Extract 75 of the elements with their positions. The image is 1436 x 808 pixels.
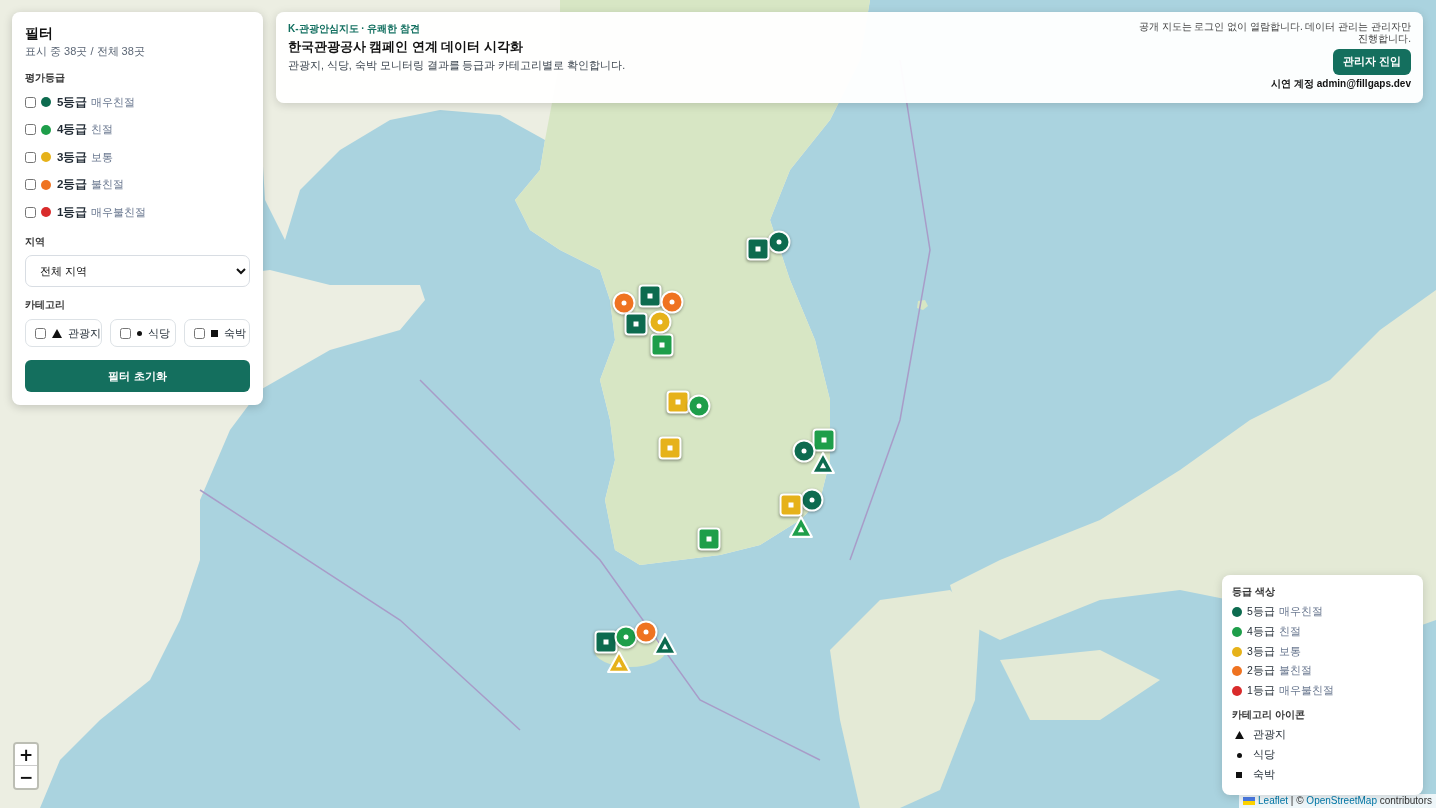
- openstreetmap-link[interactable]: OpenStreetMap: [1306, 795, 1377, 806]
- leaflet-link[interactable]: Leaflet: [1258, 795, 1289, 806]
- grade-description: 불친절: [91, 177, 125, 192]
- grade-label: 5등급: [1247, 605, 1275, 619]
- square-icon: [1236, 772, 1242, 778]
- flag-icon: [1243, 797, 1255, 805]
- category-checkbox[interactable]: [120, 327, 131, 339]
- reset-filter-button[interactable]: 필터 초기화: [25, 360, 250, 392]
- grade-label: 3등급: [1247, 644, 1275, 659]
- category-checkbox[interactable]: [194, 327, 205, 339]
- dot-icon: [137, 330, 142, 336]
- category-label: 관광지: [1253, 728, 1286, 742]
- square-marker-icon[interactable]: [658, 436, 682, 460]
- square-marker-icon[interactable]: [594, 630, 618, 654]
- page-title: 한국관광공사 캠페인 연계 데이터 시각화: [288, 39, 524, 55]
- triangle-marker-icon[interactable]: [652, 632, 678, 656]
- grade-description: 매우친절: [91, 94, 136, 110]
- triangle-marker-icon[interactable]: [810, 451, 836, 475]
- section-heading: 평가등급: [25, 71, 66, 85]
- grade-label: 2등급: [1247, 664, 1275, 679]
- dot-icon: [1236, 752, 1242, 758]
- square-marker-icon[interactable]: [779, 493, 803, 517]
- demo-account-text: 시연 계정 admin@fillgaps.dev: [1271, 78, 1411, 90]
- grade-description: 매우친절: [1278, 605, 1323, 619]
- category-filter-chip[interactable]: 관광지: [25, 319, 102, 347]
- grade-label: 4등급: [1247, 624, 1275, 639]
- grade-description: 매우불친절: [1278, 684, 1334, 698]
- grade-description: 보통: [91, 149, 114, 165]
- triangle-marker-icon[interactable]: [788, 515, 814, 539]
- square-marker-icon[interactable]: [624, 312, 648, 336]
- category-filter-chip[interactable]: 숙박: [184, 319, 250, 347]
- section-heading: 카테고리: [25, 298, 66, 312]
- page-description: 관광지, 식당, 숙박 모니터링 결과를 등급과 카테고리별로 확인합니다.: [288, 58, 626, 72]
- grade-checkbox[interactable]: [25, 96, 36, 108]
- eyebrow-text: K-관광안심지도 · 유쾌한 참견: [288, 22, 422, 35]
- triangle-marker-icon[interactable]: [606, 650, 632, 674]
- grade-description: 매우불친절: [91, 204, 147, 220]
- filter-title: 필터: [25, 24, 54, 42]
- grade-checkbox[interactable]: [25, 124, 36, 135]
- category-checkbox[interactable]: [35, 327, 46, 339]
- square-marker-icon[interactable]: [638, 284, 662, 308]
- admin-login-button[interactable]: 관리자 진입: [1333, 49, 1411, 75]
- grade-description: 불친절: [1278, 664, 1312, 679]
- result-count: 표시 중 38곳 / 전체 38곳: [25, 44, 146, 59]
- grade-label: 4등급: [57, 122, 88, 137]
- region-select[interactable]: 전체 지역: [25, 255, 250, 287]
- zoom-in-button[interactable]: +: [15, 744, 37, 766]
- square-marker-icon[interactable]: [812, 428, 836, 452]
- triangle-icon: [1234, 731, 1244, 739]
- grade-description: 친절: [1278, 624, 1301, 639]
- legend-heading: 카테고리 아이콘: [1232, 708, 1306, 722]
- access-note: 공개 지도는 로그인 없이 열람합니다. 데이터 관리는 관리자만 진행합니다.: [1137, 21, 1411, 45]
- grade-label: 5등급: [57, 94, 88, 110]
- grade-description: 보통: [1278, 644, 1301, 659]
- grade-description: 친절: [91, 122, 114, 137]
- grade-label: 2등급: [57, 177, 88, 192]
- grade-checkbox[interactable]: [25, 151, 36, 163]
- square-marker-icon[interactable]: [746, 237, 770, 261]
- square-icon: [211, 329, 218, 337]
- grade-label: 1등급: [57, 204, 88, 220]
- square-marker-icon[interactable]: [666, 390, 690, 414]
- legend-heading: 등급 색상: [1232, 585, 1276, 599]
- category-filter-chip[interactable]: 식당: [110, 319, 176, 347]
- grade-checkbox[interactable]: [25, 206, 36, 218]
- attribution-text: Leaflet | © OpenStreetMap contributors: [1258, 794, 1432, 808]
- square-marker-icon[interactable]: [697, 527, 721, 551]
- category-label: 식당: [1253, 748, 1275, 762]
- square-marker-icon[interactable]: [650, 333, 674, 357]
- grade-checkbox[interactable]: [25, 179, 36, 190]
- category-label: 숙박: [1253, 768, 1275, 782]
- zoom-out-button[interactable]: −: [15, 766, 37, 788]
- triangle-icon: [52, 328, 62, 338]
- grade-label: 3등급: [57, 149, 88, 165]
- grade-label: 1등급: [1247, 684, 1275, 698]
- section-heading: 지역: [25, 235, 46, 249]
